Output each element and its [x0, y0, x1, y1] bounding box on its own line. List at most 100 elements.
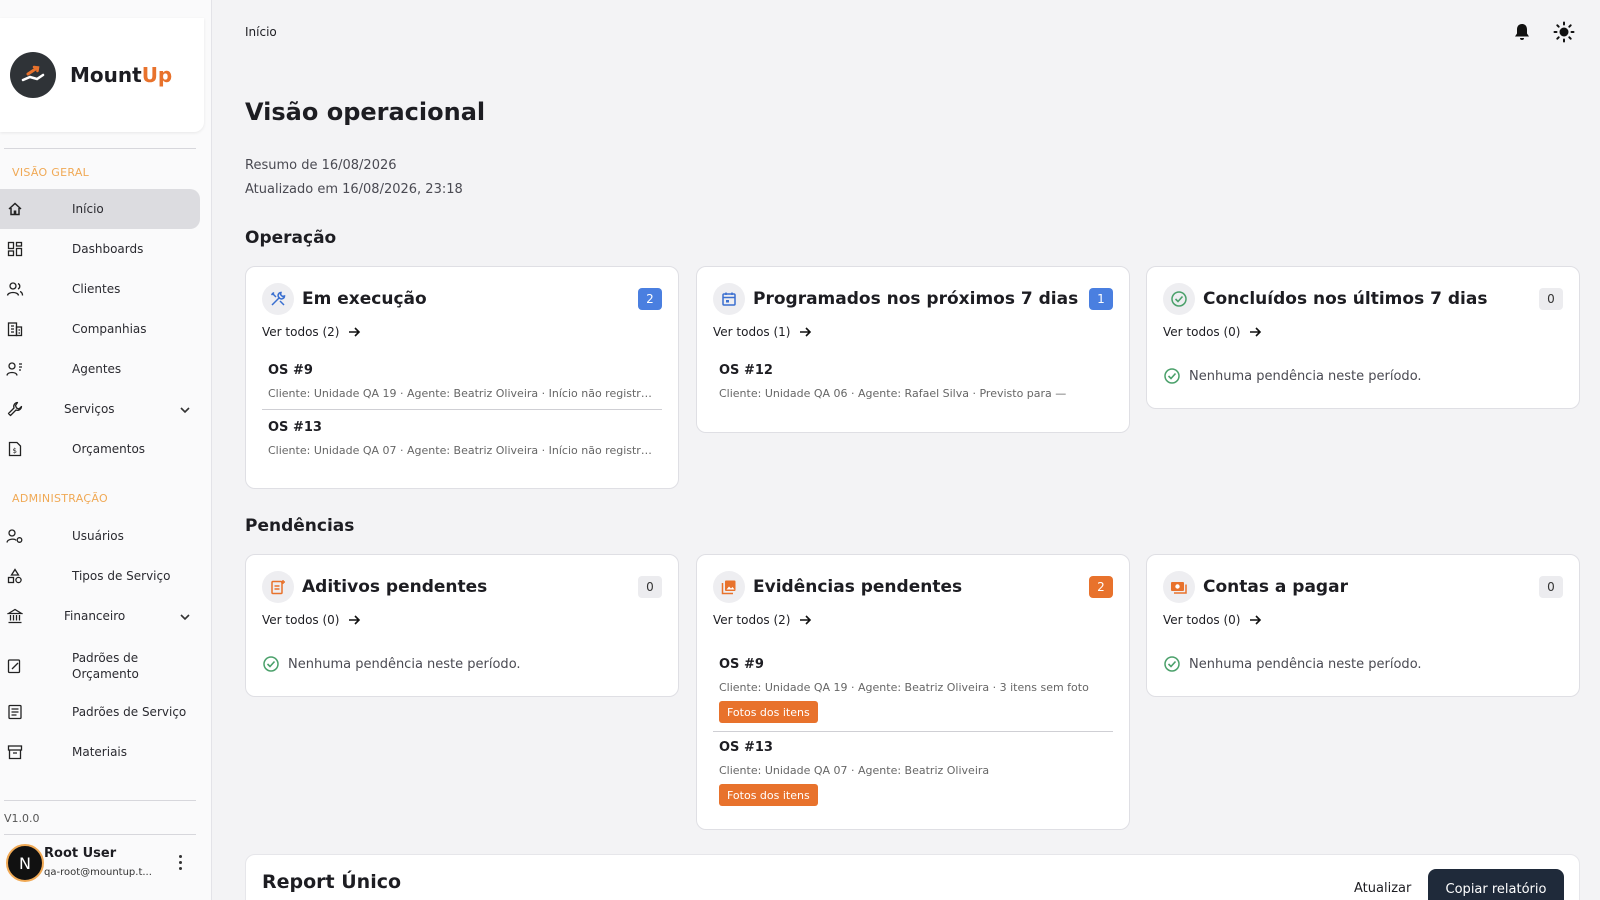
sidebar-item-label: Usuários	[72, 529, 124, 543]
divider	[4, 800, 196, 801]
divider	[713, 731, 1113, 732]
see-all-label: Ver todos (0)	[1163, 325, 1241, 339]
empty-message: Nenhuma pendência neste período.	[1189, 656, 1422, 672]
edit-document-icon	[6, 657, 24, 675]
dashboard-icon	[6, 240, 24, 258]
card-concluidos: Concluídos nos últimos 7 dias 0 Ver todo…	[1146, 266, 1580, 409]
check-circle-icon	[1164, 368, 1180, 384]
refresh-button[interactable]: Atualizar	[1354, 881, 1411, 896]
status-badge: Fotos dos itens	[719, 701, 818, 723]
bell-icon[interactable]	[1510, 20, 1534, 44]
see-all-link[interactable]: Ver todos (2)	[713, 613, 812, 627]
sidebar-item-padroes-orcamento[interactable]: Padrões de Orçamento	[0, 646, 200, 686]
see-all-link[interactable]: Ver todos (1)	[713, 325, 812, 339]
user-settings-icon	[6, 527, 24, 545]
avatar: N	[6, 844, 44, 882]
report-title: Report Único	[262, 871, 402, 893]
svg-text:$: $	[13, 447, 17, 455]
see-all-label: Ver todos (0)	[1163, 613, 1241, 627]
count-badge: 2	[638, 288, 662, 310]
arrow-right-icon	[800, 615, 812, 625]
user-name: Root User	[44, 846, 117, 861]
divider	[4, 834, 196, 835]
copy-report-button[interactable]: Copiar relatório	[1428, 869, 1564, 900]
sidebar-item-agentes[interactable]: Agentes	[0, 349, 200, 389]
os-title: OS #12	[719, 363, 773, 378]
count-badge: 2	[1089, 576, 1113, 598]
building-icon	[6, 320, 24, 338]
see-all-link[interactable]: Ver todos (0)	[262, 613, 361, 627]
os-description: Cliente: Unidade QA 19 · Agente: Beatriz…	[268, 387, 656, 400]
sidebar-item-dashboards[interactable]: Dashboards	[0, 229, 200, 269]
card-title: Concluídos nos últimos 7 dias	[1203, 289, 1488, 309]
app-version: V1.0.0	[4, 812, 40, 825]
archive-icon	[6, 743, 24, 761]
sidebar-item-tipos-servico[interactable]: Tipos de Serviço	[0, 556, 200, 596]
status-badge: Fotos dos itens	[719, 784, 818, 806]
logo-card[interactable]: MountUp	[0, 18, 204, 132]
sidebar-item-padroes-servico[interactable]: Padrões de Serviço	[0, 692, 200, 732]
summary-date: Resumo de 16/08/2026	[245, 158, 397, 173]
payments-icon	[1163, 571, 1195, 603]
more-options-icon[interactable]	[172, 852, 188, 872]
brand-name: MountUp	[70, 63, 173, 87]
empty-state: Nenhuma pendência neste período.	[262, 655, 521, 673]
divider	[262, 409, 662, 410]
see-all-link[interactable]: Ver todos (0)	[1163, 325, 1262, 339]
os-title: OS #9	[719, 657, 764, 672]
os-title: OS #13	[268, 420, 322, 435]
sidebar-item-usuarios[interactable]: Usuários	[0, 516, 200, 556]
empty-state: Nenhuma pendência neste período.	[1163, 655, 1422, 673]
sidebar-item-servicos[interactable]: Serviços	[0, 389, 200, 429]
sidebar-item-label: Tipos de Serviço	[72, 569, 171, 583]
os-title: OS #9	[268, 363, 313, 378]
home-icon	[6, 200, 24, 218]
see-all-label: Ver todos (2)	[262, 325, 340, 339]
card-title: Em execução	[302, 289, 427, 309]
sidebar-item-orcamentos[interactable]: $ Orçamentos	[0, 429, 200, 469]
count-badge: 0	[1539, 576, 1563, 598]
os-title: OS #13	[719, 740, 773, 755]
see-all-label: Ver todos (2)	[713, 613, 791, 627]
sidebar-item-label: Serviços	[64, 402, 115, 416]
card-aditivos: Aditivos pendentes 0 Ver todos (0) Nenhu…	[245, 554, 679, 697]
bank-icon	[6, 607, 24, 625]
sidebar-item-materiais[interactable]: Materiais	[0, 732, 200, 772]
sidebar-item-label: Agentes	[72, 362, 122, 376]
sidebar-item-inicio[interactable]: Início	[0, 189, 200, 229]
arrow-right-icon	[349, 327, 361, 337]
sidebar-item-label: Materiais	[72, 745, 128, 759]
sidebar-item-financeiro[interactable]: Financeiro	[0, 596, 200, 636]
user-profile[interactable]: N Root User qa-root@mountup.t...	[0, 840, 204, 890]
sidebar: MountUp VISÃO GERAL Início Dashboards Cl…	[0, 0, 212, 900]
card-evidencias: Evidências pendentes 2 Ver todos (2) OS …	[696, 554, 1130, 830]
sidebar-item-label: Início	[72, 202, 104, 216]
photo-library-icon	[713, 571, 745, 603]
os-description: Cliente: Unidade QA 07 · Agente: Beatriz…	[268, 444, 656, 457]
section-title-operacao: Operação	[245, 228, 337, 248]
sidebar-item-companhias[interactable]: Companhias	[0, 309, 200, 349]
sidebar-item-label: Financeiro	[64, 609, 126, 623]
document-icon	[6, 703, 24, 721]
arrow-right-icon	[800, 327, 812, 337]
agent-icon	[6, 360, 24, 378]
sidebar-item-label: Clientes	[72, 282, 121, 296]
see-all-label: Ver todos (1)	[713, 325, 791, 339]
sidebar-item-label: Padrões de Orçamento	[72, 651, 139, 681]
os-description: Cliente: Unidade QA 19 · Agente: Beatriz…	[719, 681, 1089, 694]
card-title: Aditivos pendentes	[302, 577, 488, 597]
section-label-admin: ADMINISTRAÇÃO	[12, 492, 109, 505]
card-programados: Programados nos próximos 7 dias 1 Ver to…	[696, 266, 1130, 433]
sun-icon[interactable]	[1552, 20, 1576, 44]
note-add-icon	[262, 571, 294, 603]
sidebar-item-clientes[interactable]: Clientes	[0, 269, 200, 309]
arrow-right-icon	[1250, 615, 1262, 625]
users-icon	[6, 280, 24, 298]
check-circle-icon	[263, 656, 279, 672]
empty-state: Nenhuma pendência neste período.	[1163, 367, 1422, 385]
see-all-link[interactable]: Ver todos (0)	[1163, 613, 1262, 627]
see-all-link[interactable]: Ver todos (2)	[262, 325, 361, 339]
count-badge: 0	[638, 576, 662, 598]
user-email: qa-root@mountup.t...	[44, 867, 152, 878]
check-circle-icon	[1164, 656, 1180, 672]
